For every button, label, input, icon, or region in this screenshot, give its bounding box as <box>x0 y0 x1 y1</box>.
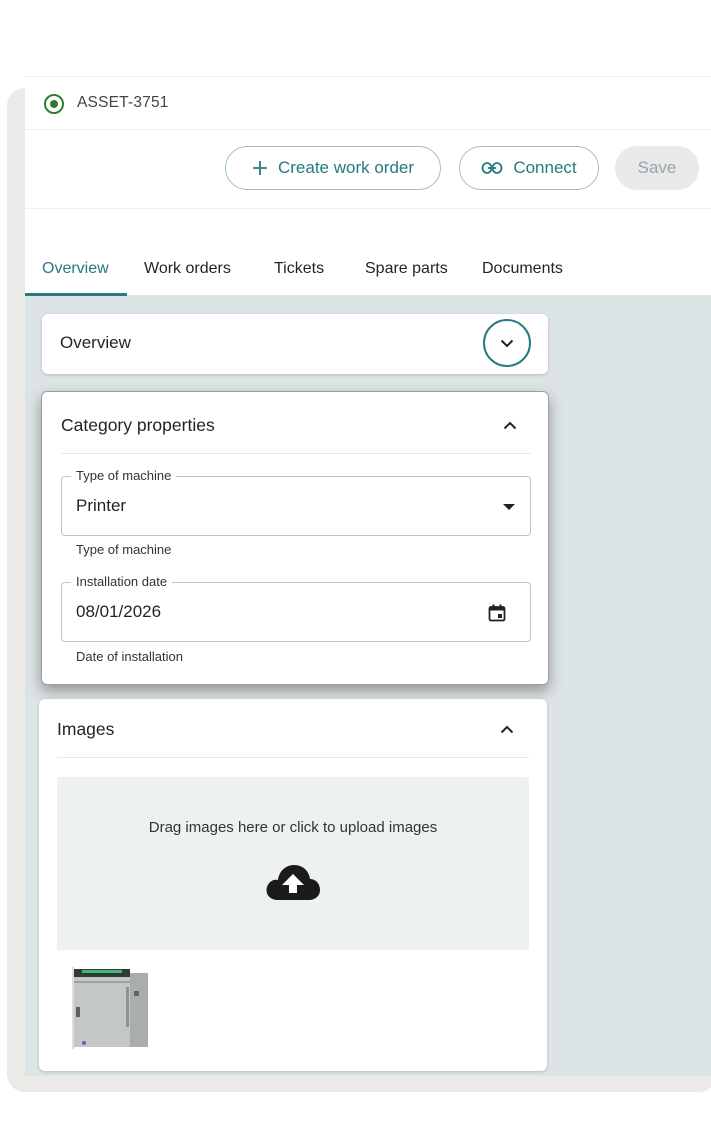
tab-documents[interactable]: Documents <box>482 260 563 278</box>
content-area: Overview Category properties Type of mac… <box>25 296 711 1076</box>
create-work-order-label: Create work order <box>277 158 415 177</box>
save-label: Save <box>637 158 677 177</box>
create-work-order-button[interactable]: Create work order <box>225 146 441 190</box>
type-of-machine-value: Printer <box>76 496 127 515</box>
chevron-up-icon <box>500 725 514 733</box>
tab-overview[interactable]: Overview <box>42 260 109 278</box>
plus-icon <box>252 161 267 175</box>
tab-bar: Overview Work orders Tickets Spare parts… <box>25 248 711 296</box>
calendar-icon[interactable] <box>488 604 506 622</box>
asset-id: ASSET-3751 <box>77 94 169 111</box>
asset-header: ASSET-3751 <box>25 76 711 130</box>
images-card-title: Images <box>57 719 115 739</box>
chevron-down-icon <box>500 339 514 347</box>
installation-date-field[interactable]: Installation date 08/01/2026 <box>61 574 531 642</box>
dropdown-arrow-icon <box>503 504 515 510</box>
dropzone-text: Drag images here or click to upload imag… <box>148 819 438 836</box>
connect-label: Connect <box>513 158 577 177</box>
category-collapse-button[interactable] <box>498 413 522 437</box>
installation-date-helper: Date of installation <box>76 649 183 664</box>
connect-button[interactable]: Connect <box>459 146 599 190</box>
installation-date-value: 08/01/2026 <box>76 602 162 621</box>
tab-work-orders[interactable]: Work orders <box>144 260 231 278</box>
overview-card-title: Overview <box>60 333 131 352</box>
installation-date-legend: Installation date <box>71 574 173 589</box>
tab-spare-parts[interactable]: Spare parts <box>365 260 448 278</box>
type-of-machine-helper: Type of machine <box>76 542 172 557</box>
image-dropzone[interactable]: Drag images here or click to upload imag… <box>57 777 529 950</box>
category-divider <box>61 453 531 454</box>
images-divider <box>57 757 529 758</box>
tab-tickets[interactable]: Tickets <box>274 260 324 278</box>
type-of-machine-legend: Type of machine <box>71 468 177 483</box>
category-properties-card: Category properties Type of machine Prin… <box>41 391 549 685</box>
status-target-icon <box>44 94 64 114</box>
asset-window: ASSET-3751 Create work order Connect Sav… <box>25 76 711 1076</box>
action-bar: Create work order Connect Save <box>25 130 711 209</box>
overview-expand-button[interactable] <box>483 319 531 367</box>
chevron-up-icon <box>503 421 517 429</box>
machine-thumbnail[interactable] <box>72 967 152 1049</box>
images-collapse-button[interactable] <box>495 717 519 741</box>
link-icon <box>481 162 503 174</box>
type-of-machine-select[interactable]: Type of machine Printer <box>61 468 531 536</box>
save-button[interactable]: Save <box>615 146 699 190</box>
overview-card: Overview <box>42 314 548 374</box>
images-card: Images Drag images here or click to uplo… <box>39 699 547 1071</box>
category-card-title: Category properties <box>61 415 215 435</box>
cloud-upload-icon <box>266 865 320 900</box>
